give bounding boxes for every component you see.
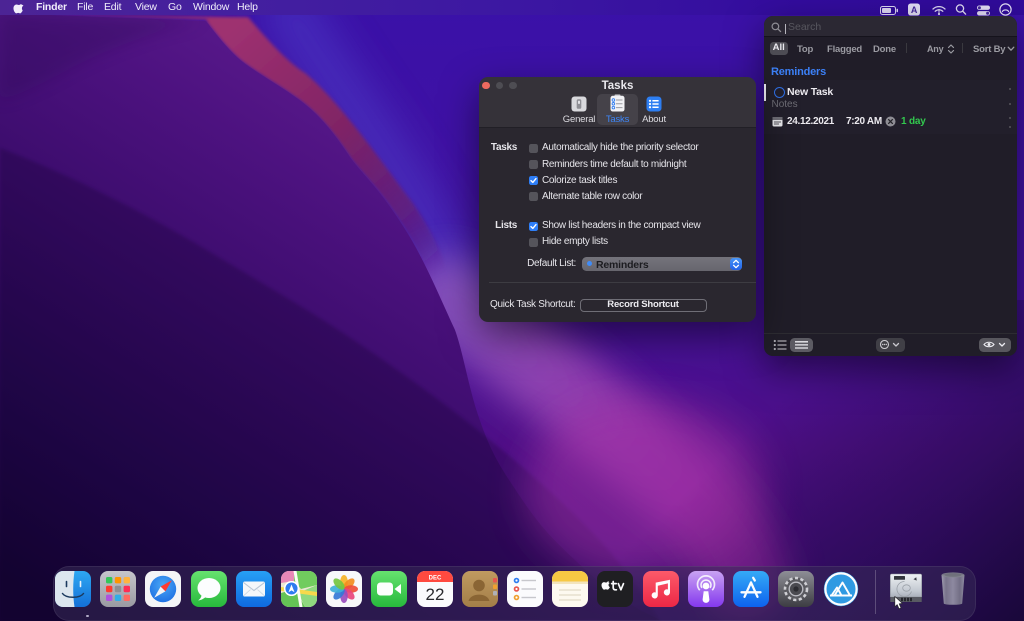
- svg-text:A: A: [911, 5, 918, 15]
- svg-text:DEC: DEC: [428, 576, 441, 582]
- svg-text:22: 22: [425, 585, 444, 604]
